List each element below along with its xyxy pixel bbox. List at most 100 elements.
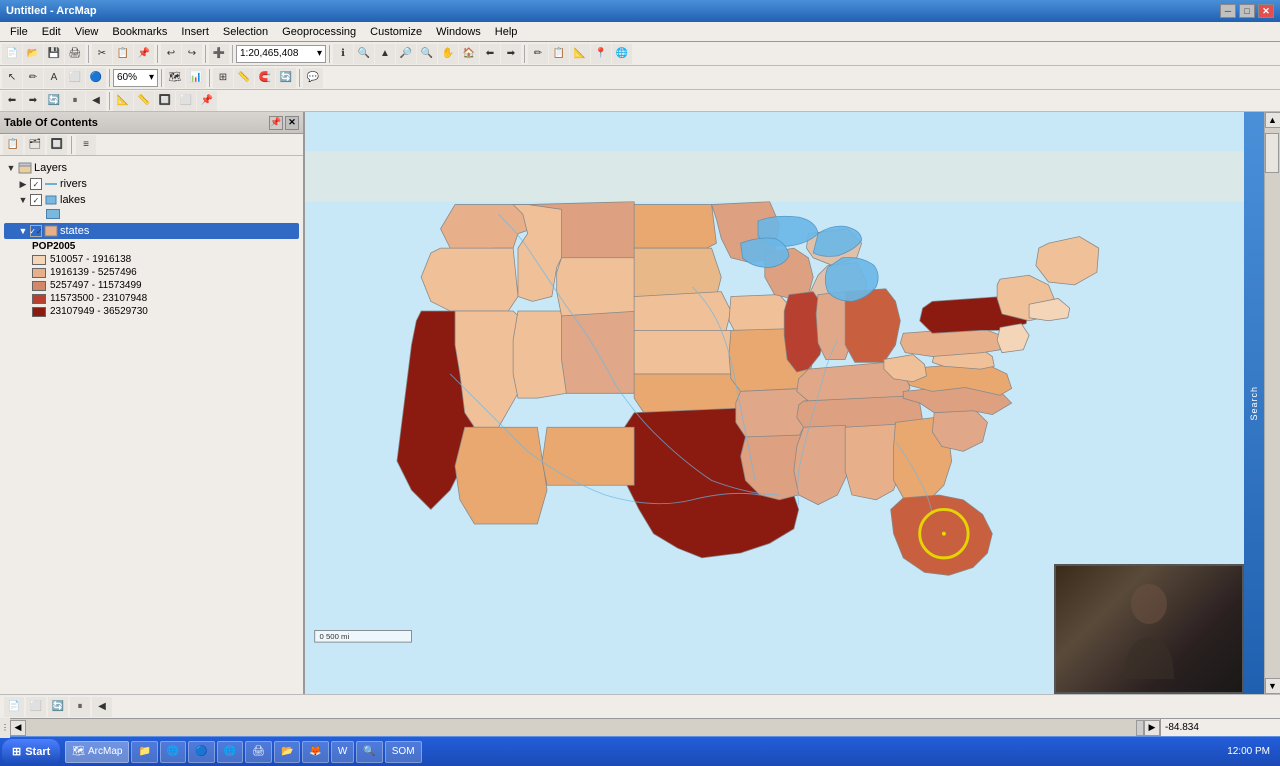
nav-btn-5[interactable]: ◀ (92, 697, 112, 717)
states-row[interactable]: ▼ ✓ states (4, 223, 299, 239)
extra-tool-2[interactable]: ➡ (23, 91, 43, 111)
print-button[interactable]: 🖨 (65, 44, 85, 64)
new-button[interactable]: 📄 (2, 44, 22, 64)
taskbar-firefox[interactable]: 🦊 (302, 741, 328, 763)
extra-tool-9[interactable]: ⬜ (176, 91, 196, 111)
menu-help[interactable]: Help (489, 25, 524, 39)
identify-button[interactable]: ℹ (333, 44, 353, 64)
draw-tool-3[interactable]: A (44, 68, 64, 88)
toc-source-view[interactable]: 🗂 (25, 135, 45, 155)
menu-selection[interactable]: Selection (217, 25, 274, 39)
open-button[interactable]: 📂 (23, 44, 43, 64)
extra-tool-5[interactable]: ◀ (86, 91, 106, 111)
prev-extent-button[interactable]: ⬅ (480, 44, 500, 64)
rivers-expand[interactable]: ▶ (18, 179, 28, 189)
full-extent-button[interactable]: 🏠 (459, 44, 479, 64)
menu-windows[interactable]: Windows (430, 25, 487, 39)
rivers-row[interactable]: ▶ rivers (4, 176, 299, 192)
extra-tool-10[interactable]: 📌 (197, 91, 217, 111)
menu-insert[interactable]: Insert (175, 25, 215, 39)
paste-button[interactable]: 📌 (134, 44, 154, 64)
extra-tool-1[interactable]: ⬅ (2, 91, 22, 111)
draw-tool-4[interactable]: ⬜ (65, 68, 85, 88)
search-panel[interactable]: Search (1244, 112, 1264, 694)
save-button[interactable]: 💾 (44, 44, 64, 64)
draw-tool-5[interactable]: 🔵 (86, 68, 106, 88)
map-tip[interactable]: 💬 (303, 68, 323, 88)
menu-customize[interactable]: Customize (364, 25, 428, 39)
menu-geoprocessing[interactable]: Geoprocessing (276, 25, 362, 39)
draw-tool-1[interactable]: ↖ (2, 68, 22, 88)
geocode-button[interactable]: 📍 (591, 44, 611, 64)
taskbar-som[interactable]: SOM (385, 741, 422, 763)
map-area[interactable]: 0 500 mi (305, 112, 1244, 694)
taskbar-ie2[interactable]: 🌐 (217, 741, 243, 763)
scroll-down-button[interactable]: ▼ (1265, 678, 1280, 694)
data-view-button[interactable]: 📊 (186, 68, 206, 88)
undo-button[interactable]: ↩ (161, 44, 181, 64)
taskbar-ie[interactable]: 🌐 (160, 741, 186, 763)
lakes-checkbox[interactable] (30, 194, 42, 206)
taskbar-folder[interactable]: 📂 (274, 741, 300, 763)
layers-expand[interactable]: ▼ (6, 163, 16, 173)
extra-tool-8[interactable]: 🔲 (155, 91, 175, 111)
cut-button[interactable]: ✂ (92, 44, 112, 64)
extra-tool-4[interactable]: ⏸ (65, 91, 85, 111)
next-extent-button[interactable]: ➡ (501, 44, 521, 64)
menu-file[interactable]: File (4, 25, 34, 39)
layout-view-button[interactable]: 🗺 (165, 68, 185, 88)
zoom-in-button[interactable]: 🔎 (396, 44, 416, 64)
add-data-button[interactable]: ➕ (209, 44, 229, 64)
nav-btn-2[interactable]: ⬜ (26, 697, 46, 717)
extra-tool-6[interactable]: 📐 (113, 91, 133, 111)
scroll-right-button[interactable]: ▶ (1144, 720, 1160, 736)
zoom-out-button[interactable]: 🔍 (417, 44, 437, 64)
states-expand[interactable]: ▼ (18, 226, 28, 236)
snap-button[interactable]: 🧲 (255, 68, 275, 88)
rotate-button[interactable]: 🔄 (276, 68, 296, 88)
toc-close-button[interactable]: ✕ (285, 116, 299, 130)
layers-row[interactable]: ▼ Layers (4, 160, 299, 176)
nav-btn-4[interactable]: ⏸ (70, 697, 90, 717)
hscroll-thumb[interactable] (1136, 720, 1144, 736)
start-button[interactable]: ⊞ Start (2, 739, 60, 765)
lakes-row[interactable]: ▼ lakes (4, 192, 299, 208)
draw-tool-2[interactable]: ✏ (23, 68, 43, 88)
find-button[interactable]: 🔍 (354, 44, 374, 64)
ruler-button[interactable]: 📏 (234, 68, 254, 88)
taskbar-search[interactable]: 🔍 (356, 741, 382, 763)
taskbar-explorer[interactable]: 📁 (131, 741, 157, 763)
extra-tool-3[interactable]: 🔄 (44, 91, 64, 111)
close-button[interactable]: ✕ (1258, 4, 1274, 18)
toc-resize[interactable]: ⋮ (0, 718, 10, 738)
minimize-button[interactable]: ─ (1220, 4, 1236, 18)
taskbar-chrome[interactable]: 🔵 (188, 741, 214, 763)
taskbar-hp[interactable]: 🖨 (245, 741, 272, 763)
nav-btn-1[interactable]: 📄 (4, 697, 24, 717)
states-checkbox[interactable]: ✓ (30, 225, 42, 237)
editor-toolbar[interactable]: ✏ (528, 44, 548, 64)
scroll-thumb[interactable] (1265, 133, 1279, 173)
pan-button[interactable]: ✋ (438, 44, 458, 64)
maximize-button[interactable]: □ (1239, 4, 1255, 18)
lakes-expand[interactable]: ▼ (18, 195, 28, 205)
toc-list-view[interactable]: 📋 (3, 135, 23, 155)
scroll-left-button[interactable]: ◀ (10, 720, 26, 736)
menu-bookmarks[interactable]: Bookmarks (106, 25, 173, 39)
arcgis-online[interactable]: 🌐 (612, 44, 632, 64)
scale-input[interactable]: 1:20,465,408 ▾ (236, 45, 326, 63)
menu-edit[interactable]: Edit (36, 25, 67, 39)
zoom-input[interactable]: 60% ▾ (113, 69, 158, 87)
horizontal-scrollbar[interactable]: ◀ ▶ (10, 720, 1160, 736)
taskbar-word[interactable]: W (331, 741, 354, 763)
measure-button[interactable]: 📐 (570, 44, 590, 64)
scroll-track[interactable] (1265, 128, 1280, 678)
taskbar-arcmap[interactable]: 🗺 ArcMap (65, 741, 129, 763)
extra-tool-7[interactable]: 📏 (134, 91, 154, 111)
rivers-checkbox[interactable] (30, 178, 42, 190)
redo-button[interactable]: ↪ (182, 44, 202, 64)
toc-options[interactable]: ≡ (76, 135, 96, 155)
grid-button[interactable]: ⊞ (213, 68, 233, 88)
attributes-button[interactable]: 📋 (549, 44, 569, 64)
scroll-up-button[interactable]: ▲ (1265, 112, 1280, 128)
